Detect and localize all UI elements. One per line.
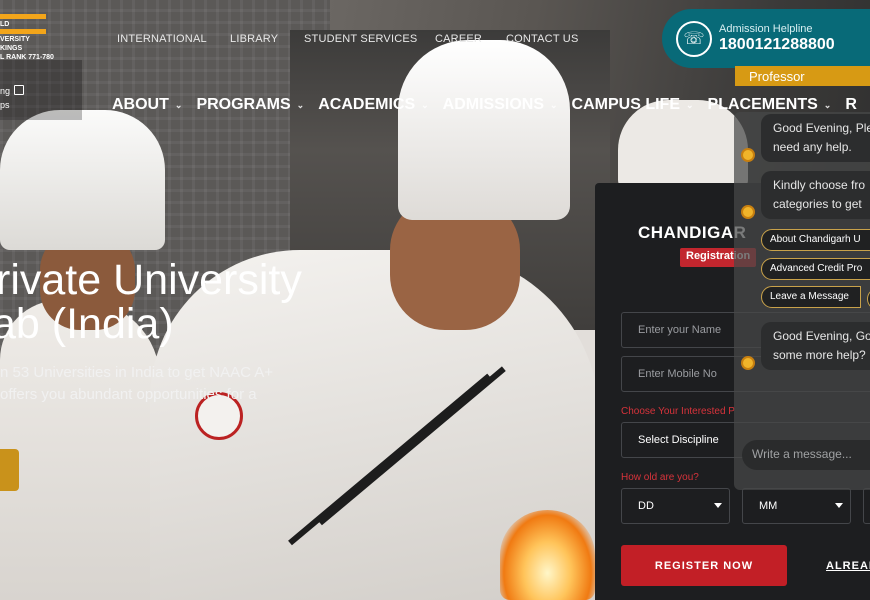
chat-widget: Good Evening, Ple need any help. Kindly … <box>734 112 870 490</box>
chat-option-about[interactable]: About Chandigarh U <box>761 229 870 251</box>
toplink-student-services[interactable]: STUDENT SERVICES <box>304 33 435 45</box>
register-now-button[interactable]: REGISTER NOW <box>621 545 787 586</box>
helpline-number: 1800121288800 <box>719 36 835 53</box>
hero-heading-line2: ab (India) <box>0 300 174 348</box>
chevron-down-icon: ⌄ <box>296 99 305 110</box>
month-select[interactable]: MM <box>742 488 851 524</box>
bot-icon <box>741 148 755 162</box>
nav-campus-life[interactable]: CAMPUS LIFE ⌄ <box>572 96 694 114</box>
university-logo[interactable]: LD VERSITY KINGS L RANK 771-780 <box>0 14 54 61</box>
form-title: CHANDIGAR <box>638 223 747 242</box>
chat-message: Good Evening, Ple need any help. <box>761 114 870 162</box>
nav-programs[interactable]: PROGRAMS ⌄ <box>196 96 304 114</box>
age-label: How old are you? <box>621 472 699 483</box>
caret-down-icon <box>714 503 722 508</box>
side-link-label-2: ps <box>0 100 10 110</box>
hero-cta-button[interactable] <box>0 449 19 491</box>
hero-description-line1: n 53 Universities in India to get NAAC A… <box>0 364 274 381</box>
bot-icon <box>741 205 755 219</box>
hero-description: n 53 Universities in India to get NAAC A… <box>0 362 300 406</box>
admission-helpline[interactable]: ☏ Admission Helpline 1800121288800 <box>662 9 870 68</box>
toplink-library[interactable]: LIBRARY <box>230 33 304 45</box>
already-registered-link[interactable]: ALREAD <box>826 560 870 572</box>
phone-icon: ☏ <box>676 21 712 57</box>
chevron-down-icon: ⌄ <box>174 99 183 110</box>
chat-option-credit[interactable]: Advanced Credit Pro <box>761 258 870 280</box>
stove-flame <box>500 510 595 600</box>
chevron-down-icon: ⌄ <box>421 99 429 110</box>
chevron-down-icon: ⌄ <box>823 99 832 110</box>
chevron-down-icon: ⌄ <box>686 99 694 110</box>
hero-description-line2: offers you abundant opportunities for a <box>0 386 257 403</box>
chat-option-leave-message[interactable]: Leave a Message <box>761 286 861 308</box>
interest-label: Choose Your Interested P <box>621 406 735 417</box>
nav-academics[interactable]: ACADEMICS ⌄ <box>318 96 428 114</box>
helpline-label: Admission Helpline <box>719 23 813 35</box>
hero-heading-line1: rivate University <box>0 256 302 304</box>
chef-left-hat <box>0 110 165 250</box>
chat-message: Good Evening, Go some more help? <box>761 322 870 370</box>
year-select[interactable] <box>863 488 870 524</box>
external-link-icon <box>14 85 25 95</box>
top-links: INTERNATIONAL LIBRARY STUDENT SERVICES C… <box>117 33 586 45</box>
caret-down-icon <box>835 503 843 508</box>
chat-message-input[interactable]: Write a message... <box>742 440 870 470</box>
side-link-label: ng <box>0 86 11 96</box>
toplink-contact-us[interactable]: CONTACT US <box>506 33 586 45</box>
side-link[interactable]: ng ps <box>0 84 25 112</box>
chevron-down-icon: ⌄ <box>550 99 558 110</box>
bot-icon <box>741 356 755 370</box>
chef-center-hat <box>398 40 570 220</box>
chat-message: Kindly choose fro categories to get <box>761 171 870 219</box>
nav-about[interactable]: ABOUT ⌄ <box>112 96 182 114</box>
toplink-international[interactable]: INTERNATIONAL <box>117 33 230 45</box>
day-select[interactable]: DD <box>621 488 730 524</box>
toplink-career[interactable]: CAREER <box>435 33 506 45</box>
nav-admissions[interactable]: ADMISSIONS ⌄ <box>443 96 558 114</box>
